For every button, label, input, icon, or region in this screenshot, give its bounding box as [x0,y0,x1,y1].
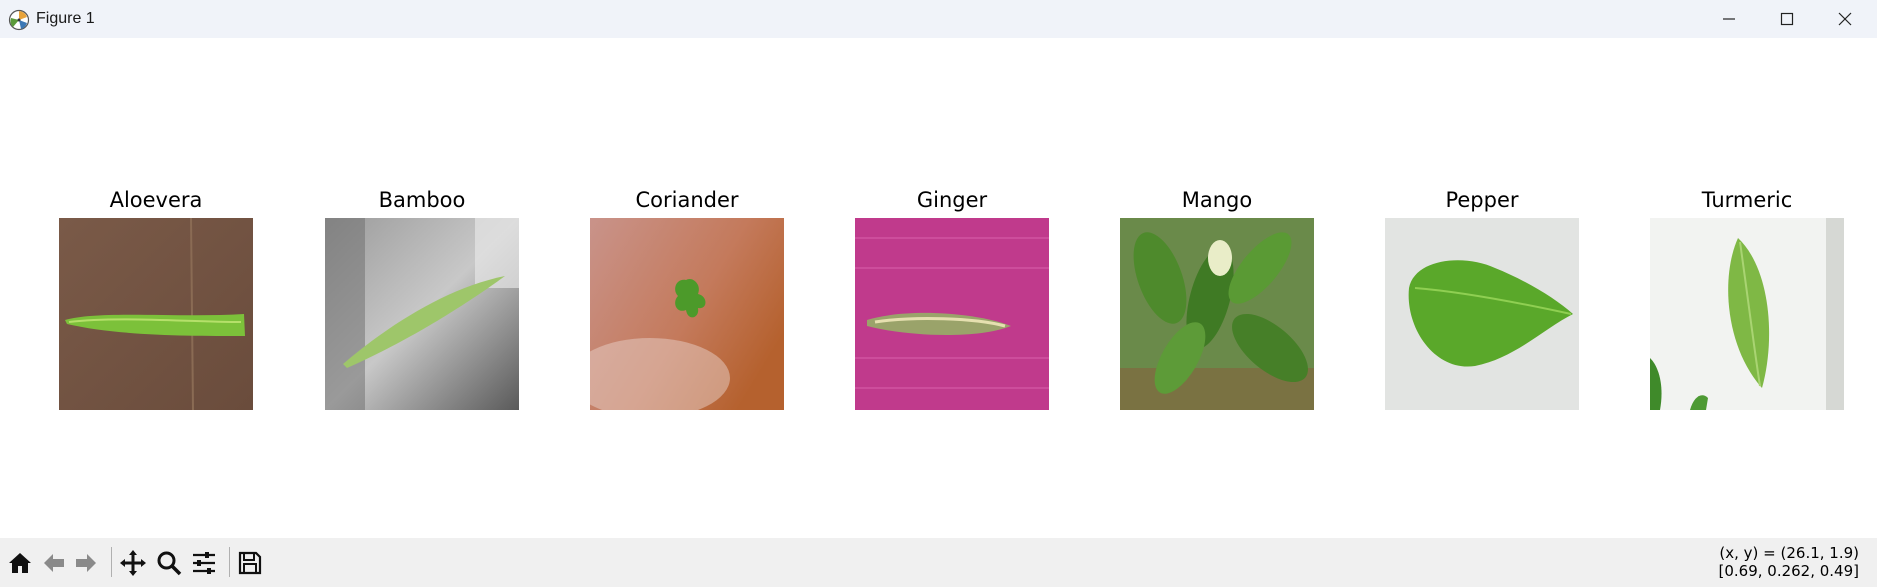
subplot-title: Turmeric [1701,188,1793,212]
navigation-toolbar: (x, y) = (26.1, 1.9) [0.69, 0.262, 0.49] [0,538,1877,587]
window-title: Figure 1 [36,10,95,27]
subplot-title: Aloevera [109,188,203,212]
subplot-title: Bamboo [378,188,466,212]
bamboo-leaf-photo [325,218,519,410]
close-icon [1838,12,1852,26]
aloevera-leaf-photo [59,218,253,410]
save-icon [238,551,262,575]
zoom-icon [157,551,182,576]
matplotlib-icon [8,9,30,31]
coords-pixel-value: [0.69, 0.262, 0.49] [1718,562,1859,580]
maximize-button[interactable] [1758,0,1816,38]
forward-icon [76,554,96,572]
zoom-button[interactable] [153,547,185,579]
window-titlebar: Figure 1 [0,0,1877,38]
save-button[interactable] [234,547,266,579]
coriander-leaf-photo [590,218,784,410]
cursor-coordinates: (x, y) = (26.1, 1.9) [0.69, 0.262, 0.49] [1718,544,1859,580]
toolbar-separator [229,547,230,577]
subplot-title: Ginger [916,188,988,212]
minimize-icon [1723,18,1735,20]
ginger-leaf-photo [855,218,1049,410]
minimize-button[interactable] [1700,0,1758,38]
configure-subplots-button[interactable] [188,547,220,579]
pan-button[interactable] [117,547,149,579]
back-button[interactable] [38,547,70,579]
mango-leaves-photo [1120,218,1314,410]
home-icon [9,553,31,573]
subplot-title: Mango [1181,188,1253,212]
toolbar-separator [111,547,112,577]
configure-subplots-icon [193,552,215,574]
subplot-title: Coriander [635,188,739,212]
close-button[interactable] [1816,0,1874,38]
subplot-title: Pepper [1445,188,1519,212]
back-icon [44,554,64,572]
figure-canvas[interactable]: Aloevera Bamboo Coriander Ginger Mango P… [0,38,1877,538]
pepper-leaf-photo [1385,218,1579,410]
maximize-icon [1780,12,1794,26]
coords-xy: (x, y) = (26.1, 1.9) [1719,544,1859,562]
turmeric-leaf-photo [1650,218,1844,410]
forward-button[interactable] [70,547,102,579]
pan-icon [120,550,146,576]
home-button[interactable] [4,547,36,579]
